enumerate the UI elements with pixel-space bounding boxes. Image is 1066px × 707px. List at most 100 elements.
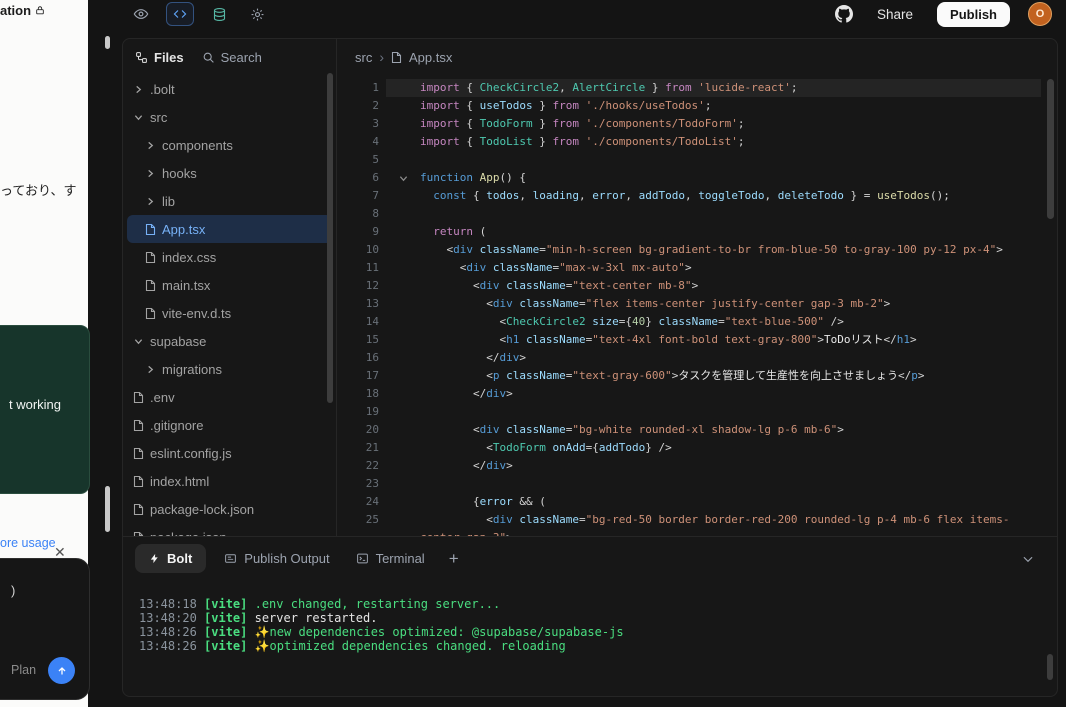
code-line[interactable] bbox=[420, 151, 1009, 169]
scrollbar-fragment[interactable] bbox=[105, 486, 110, 532]
add-terminal-button[interactable]: + bbox=[443, 549, 465, 569]
tree-file-eslint.config.js[interactable]: eslint.config.js bbox=[127, 439, 332, 467]
editor-code[interactable]: import { CheckCircle2, AlertCircle } fro… bbox=[420, 79, 1009, 536]
lock-icon bbox=[35, 5, 45, 16]
code-line[interactable]: import { TodoList } from './components/T… bbox=[420, 133, 1009, 151]
code-view-button[interactable] bbox=[166, 2, 194, 26]
tab-publish-output[interactable]: Publish Output bbox=[216, 544, 337, 573]
tree-file-package.json[interactable]: package.json bbox=[127, 523, 332, 536]
code-line[interactable]: </div> bbox=[420, 349, 1009, 367]
share-button[interactable]: Share bbox=[871, 6, 919, 23]
settings-button[interactable] bbox=[244, 3, 270, 25]
code-line[interactable]: <div className="text-center mb-8"> bbox=[420, 277, 1009, 295]
tree-item-label: components bbox=[162, 138, 233, 153]
tree-folder-src[interactable]: src bbox=[127, 103, 332, 131]
file-icon bbox=[132, 419, 144, 432]
project-title-fragment: ation bbox=[0, 3, 45, 18]
tree-folder-.bolt[interactable]: .bolt bbox=[127, 75, 332, 103]
chat-input-fragment[interactable]: ) Plan bbox=[0, 558, 90, 700]
tree-file-vite-env.d.ts[interactable]: vite-env.d.ts bbox=[127, 299, 332, 327]
plan-label[interactable]: Plan bbox=[11, 663, 36, 677]
tree-item-label: index.css bbox=[162, 250, 216, 265]
code-line[interactable]: <TodoForm onAdd={addTodo} /> bbox=[420, 439, 1009, 457]
tree-folder-supabase[interactable]: supabase bbox=[127, 327, 332, 355]
code-line[interactable]: <p className="text-gray-600">タスクを管理して生産性… bbox=[420, 367, 1009, 385]
tab-terminal[interactable]: Terminal bbox=[348, 544, 433, 573]
code-line[interactable] bbox=[420, 475, 1009, 493]
scrollbar-fragment[interactable] bbox=[105, 36, 110, 49]
tree-file-App.tsx[interactable]: App.tsx bbox=[127, 215, 332, 243]
code-line[interactable]: function App() { bbox=[420, 169, 1009, 187]
log-line: 13:48:18 [vite] .env changed, restarting… bbox=[139, 597, 1041, 611]
search-tab-label: Search bbox=[221, 50, 262, 65]
log-line: 13:48:26 [vite] ✨new dependencies optimi… bbox=[139, 625, 1041, 639]
file-icon bbox=[144, 307, 156, 320]
code-line[interactable] bbox=[420, 403, 1009, 421]
chevron-right-icon bbox=[132, 85, 144, 94]
preview-eye-button[interactable] bbox=[128, 3, 154, 25]
code-line[interactable]: import { useTodos } from './hooks/useTod… bbox=[420, 97, 1009, 115]
breadcrumb-file[interactable]: App.tsx bbox=[409, 50, 452, 65]
terminal-log[interactable]: 13:48:18 [vite] .env changed, restarting… bbox=[123, 575, 1057, 653]
workbench: Files Search .boltsrccomponentshookslibA… bbox=[122, 38, 1058, 697]
code-line[interactable]: const { todos, loading, error, addTodo, … bbox=[420, 187, 1009, 205]
tree-item-label: .gitignore bbox=[150, 418, 203, 433]
file-tree-scrollbar[interactable] bbox=[327, 73, 333, 403]
workbench-top: Files Search .boltsrccomponentshookslibA… bbox=[123, 39, 1057, 537]
code-line[interactable]: <div className="max-w-3xl mx-auto"> bbox=[420, 259, 1009, 277]
tree-folder-hooks[interactable]: hooks bbox=[127, 159, 332, 187]
tree-item-label: index.html bbox=[150, 474, 209, 489]
usage-link[interactable]: ore usage bbox=[0, 536, 56, 550]
file-icon bbox=[144, 223, 156, 236]
publish-button[interactable]: Publish bbox=[937, 2, 1010, 27]
publish-output-icon bbox=[224, 552, 237, 565]
code-line[interactable]: center gap-3"> bbox=[420, 529, 1009, 536]
tree-file-index.html[interactable]: index.html bbox=[127, 467, 332, 495]
breadcrumb-folder[interactable]: src bbox=[355, 50, 372, 65]
code-line[interactable]: <div className="bg-white rounded-xl shad… bbox=[420, 421, 1009, 439]
tab-search[interactable]: Search bbox=[202, 50, 262, 65]
tree-file-.gitignore[interactable]: .gitignore bbox=[127, 411, 332, 439]
avatar[interactable]: O bbox=[1028, 2, 1052, 26]
tree-file-.env[interactable]: .env bbox=[127, 383, 332, 411]
chevron-down-icon[interactable] bbox=[1021, 552, 1035, 566]
terminal-scrollbar[interactable] bbox=[1047, 654, 1053, 680]
code-line[interactable]: <div className="flex items-center justif… bbox=[420, 295, 1009, 313]
file-icon bbox=[144, 279, 156, 292]
tab-bolt[interactable]: Bolt bbox=[135, 544, 206, 573]
code-line[interactable]: <div className="bg-red-50 border border-… bbox=[420, 511, 1009, 529]
status-card-text: t working bbox=[9, 397, 61, 412]
code-line[interactable]: import { TodoForm } from './components/T… bbox=[420, 115, 1009, 133]
chat-panel-fragment: ation っており、す t working ore usage ✕ ) Pla… bbox=[0, 0, 88, 707]
code-line[interactable]: </div> bbox=[420, 385, 1009, 403]
breadcrumb: src › App.tsx bbox=[337, 39, 1057, 71]
chevron-down-icon bbox=[132, 337, 144, 346]
tab-label: Terminal bbox=[376, 551, 425, 566]
code-line[interactable] bbox=[420, 205, 1009, 223]
tab-files[interactable]: Files bbox=[135, 50, 184, 65]
code-line[interactable]: </div> bbox=[420, 457, 1009, 475]
tree-item-label: package-lock.json bbox=[150, 502, 254, 517]
chat-text-fragment: っており、す bbox=[0, 180, 76, 199]
github-icon[interactable] bbox=[835, 5, 853, 23]
send-button[interactable] bbox=[48, 657, 75, 684]
file-icon bbox=[144, 251, 156, 264]
code-line[interactable]: <h1 className="text-4xl font-bold text-g… bbox=[420, 331, 1009, 349]
tree-folder-migrations[interactable]: migrations bbox=[127, 355, 332, 383]
code-line[interactable]: import { CheckCircle2, AlertCircle } fro… bbox=[420, 79, 1009, 97]
tree-file-package-lock.json[interactable]: package-lock.json bbox=[127, 495, 332, 523]
tree-item-label: vite-env.d.ts bbox=[162, 306, 231, 321]
code-area[interactable]: 1234567891011121314151617181920212223242… bbox=[337, 71, 1057, 536]
fold-icon[interactable] bbox=[395, 169, 411, 187]
code-line[interactable]: <div className="min-h-screen bg-gradient… bbox=[420, 241, 1009, 259]
database-button[interactable] bbox=[206, 3, 232, 25]
tree-folder-lib[interactable]: lib bbox=[127, 187, 332, 215]
editor-scrollbar[interactable] bbox=[1047, 79, 1054, 219]
code-line[interactable]: return ( bbox=[420, 223, 1009, 241]
tree-file-main.tsx[interactable]: main.tsx bbox=[127, 271, 332, 299]
tree-folder-components[interactable]: components bbox=[127, 131, 332, 159]
chevron-right-icon bbox=[144, 169, 156, 178]
tree-file-index.css[interactable]: index.css bbox=[127, 243, 332, 271]
code-line[interactable]: {error && ( bbox=[420, 493, 1009, 511]
code-line[interactable]: <CheckCircle2 size={40} className="text-… bbox=[420, 313, 1009, 331]
